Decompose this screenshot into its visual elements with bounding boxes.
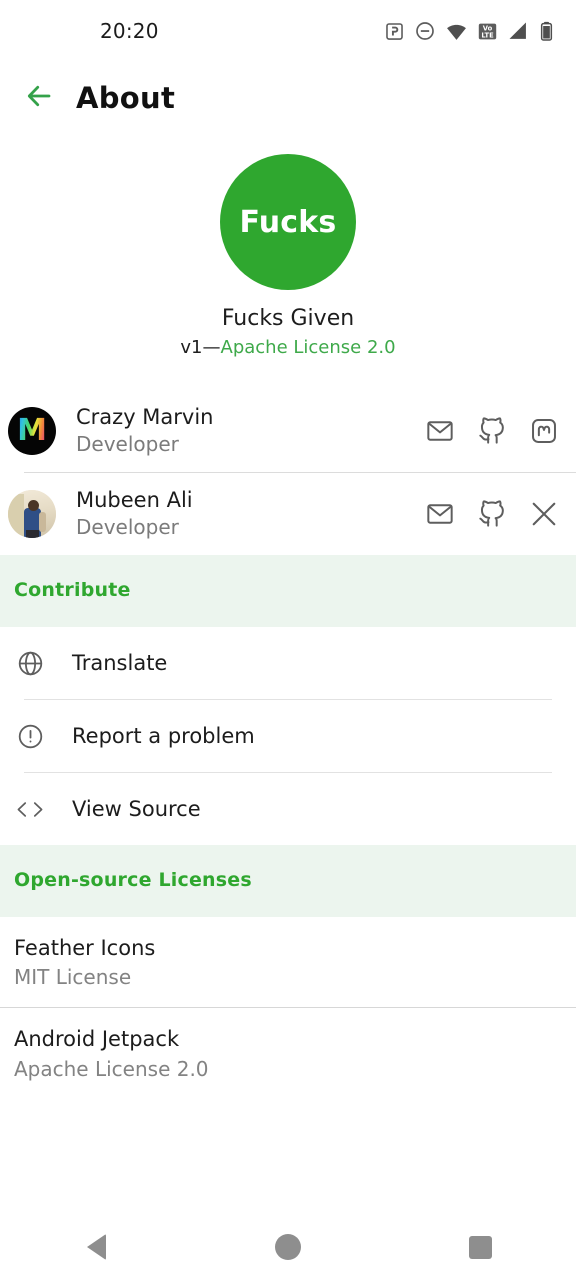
github-icon[interactable] xyxy=(478,500,506,528)
license-type: Apache License 2.0 xyxy=(14,1056,209,1081)
app-logo: Fucks xyxy=(220,154,356,290)
contribute-list: Translate Report a problem View Source xyxy=(0,627,576,845)
email-icon[interactable] xyxy=(426,500,454,528)
do-not-disturb-icon xyxy=(415,21,435,41)
volte-icon: Vo LTE xyxy=(478,22,497,41)
nav-home-icon xyxy=(275,1234,301,1260)
nav-back-button[interactable] xyxy=(64,1225,128,1269)
globe-icon xyxy=(14,650,46,677)
wifi-icon xyxy=(446,21,467,42)
developer-info: Crazy Marvin Developer xyxy=(76,405,213,458)
section-header-label: Open-source Licenses xyxy=(14,869,252,891)
status-bar-clock: 20:20 xyxy=(100,19,159,43)
status-bar-icons: Vo LTE xyxy=(385,21,554,42)
nav-back-icon xyxy=(86,1234,106,1260)
battery-icon xyxy=(539,21,554,41)
license-item-feather-icons[interactable]: Feather Icons MIT License xyxy=(0,917,576,1007)
developer-list: M Crazy Marvin Developer Mubeen Ali Deve… xyxy=(0,390,576,555)
license-name: Feather Icons xyxy=(14,936,156,960)
email-icon[interactable] xyxy=(426,417,454,445)
alert-circle-icon xyxy=(14,723,46,750)
signal-icon xyxy=(508,21,528,41)
contribute-item-report-a-problem[interactable]: Report a problem xyxy=(0,700,576,772)
avatar-legs xyxy=(26,530,39,538)
nav-recents-icon xyxy=(468,1235,492,1259)
android-navigation-bar xyxy=(0,1214,576,1280)
github-icon[interactable] xyxy=(478,417,506,445)
app-logo-text: Fucks xyxy=(239,204,337,240)
status-bar: 20:20 Vo LTE xyxy=(0,0,576,62)
back-button[interactable] xyxy=(24,83,54,113)
developer-info: Mubeen Ali Developer xyxy=(76,488,193,541)
developer-row-crazy-marvin[interactable]: M Crazy Marvin Developer xyxy=(0,390,576,472)
svg-text:LTE: LTE xyxy=(481,31,494,39)
license-type: MIT License xyxy=(14,965,132,990)
x-twitter-icon[interactable] xyxy=(530,500,558,528)
app-bar: About xyxy=(0,62,576,134)
code-icon xyxy=(14,796,46,823)
developer-links xyxy=(426,417,558,445)
developer-name: Crazy Marvin xyxy=(76,404,214,429)
license-name: Android Jetpack xyxy=(14,1027,180,1052)
about-screen: 20:20 Vo LTE About Fucks Fucks Given v1—… xyxy=(0,0,576,1280)
crazy-marvin-avatar: M xyxy=(8,407,56,455)
app-name: Fucks Given xyxy=(221,306,355,331)
developer-row-mubeen-ali[interactable]: Mubeen Ali Developer xyxy=(0,473,576,555)
avatar-letter: M xyxy=(17,413,47,448)
avatar-arm xyxy=(39,512,46,532)
developer-name: Mubeen Ali xyxy=(76,487,193,512)
section-header-label: Contribute xyxy=(14,579,131,601)
app-license-link[interactable]: Apache License 2.0 xyxy=(221,337,396,358)
nfc-icon xyxy=(385,22,404,41)
developer-role: Developer xyxy=(76,515,179,540)
nav-recents-button[interactable] xyxy=(448,1225,512,1269)
avatar-head xyxy=(28,500,39,511)
back-arrow-icon xyxy=(24,81,54,115)
app-hero: Fucks Fucks Given v1—Apache License 2.0 xyxy=(0,134,576,374)
mastodon-icon[interactable] xyxy=(530,417,558,445)
nav-home-button[interactable] xyxy=(256,1225,320,1269)
app-version-number: v1 xyxy=(180,337,203,358)
mubeen-ali-avatar xyxy=(8,490,56,538)
contribute-item-label: Report a problem xyxy=(72,724,255,748)
contribute-section-header: Contribute xyxy=(0,555,576,627)
licenses-list: Feather Icons MIT License Android Jetpac… xyxy=(0,917,576,1099)
app-version-line: v1—Apache License 2.0 xyxy=(180,337,395,358)
license-item-android-jetpack[interactable]: Android Jetpack Apache License 2.0 xyxy=(0,1008,576,1098)
contribute-item-label: Translate xyxy=(72,651,168,675)
page-title: About xyxy=(76,81,176,115)
developer-role: Developer xyxy=(76,432,179,457)
licenses-section-header: Open-source Licenses xyxy=(0,845,576,917)
developer-links xyxy=(426,500,558,528)
contribute-item-translate[interactable]: Translate xyxy=(0,627,576,699)
contribute-item-view-source[interactable]: View Source xyxy=(0,773,576,845)
contribute-item-label: View Source xyxy=(72,797,201,821)
version-separator: — xyxy=(202,337,221,358)
avatar-wall xyxy=(8,494,24,538)
